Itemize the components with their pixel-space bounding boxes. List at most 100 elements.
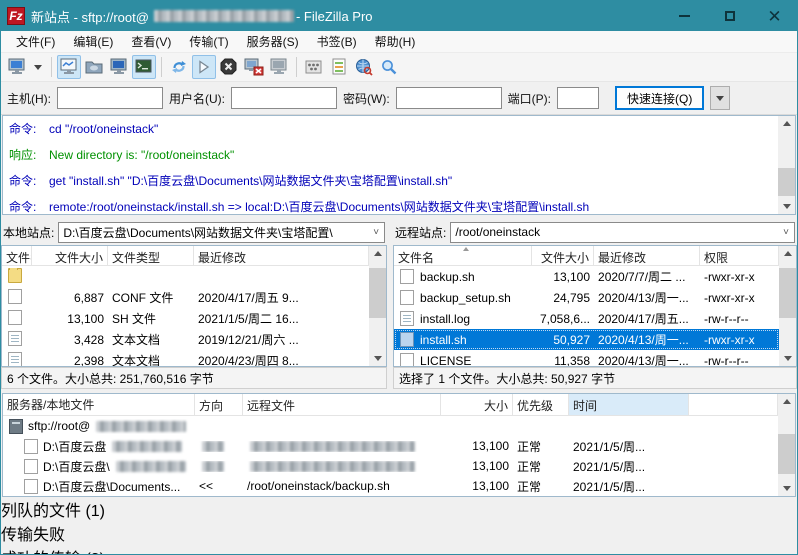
queue-col-header-5[interactable]: 时间	[569, 394, 689, 415]
minimize-button[interactable]	[662, 1, 707, 31]
log-text: remote:/root/oneinstack/install.sh => lo…	[49, 200, 589, 214]
queue-scrollbar[interactable]	[778, 394, 795, 496]
scroll-down-icon[interactable]	[369, 351, 386, 366]
refresh-button[interactable]	[167, 55, 191, 79]
local-file-row[interactable]	[2, 266, 369, 287]
remote-list-header: 文件名文件大小最近修改权限	[394, 246, 779, 266]
scrollbar-thumb[interactable]	[778, 434, 795, 474]
close-button[interactable]: ✕	[752, 1, 797, 31]
tab-1[interactable]: 传输失败	[1, 521, 797, 545]
queue-col-header-4[interactable]: 优先级	[513, 394, 569, 415]
toggle-transfer-queue-button[interactable]	[132, 55, 156, 79]
menu-item-1[interactable]: 编辑(E)	[64, 31, 122, 52]
local-list-scrollbar[interactable]	[369, 246, 386, 366]
queue-row[interactable]: D:\百度云盘13,100正常2021/1/5/周...	[3, 436, 778, 456]
menu-item-5[interactable]: 书签(B)	[308, 31, 366, 52]
remote-file-row[interactable]: LICENSE11,3582020/4/13/周一...-rw-r--r--	[394, 350, 779, 366]
synchronized-browsing-button[interactable]	[327, 55, 351, 79]
queue-header: 服务器/本地文件方向远程文件大小优先级时间	[3, 394, 778, 416]
scroll-down-icon[interactable]	[779, 351, 796, 366]
message-log-scrollbar[interactable]	[778, 116, 795, 214]
queue-row[interactable]: D:\百度云盘\13,100正常2021/1/5/周...	[3, 456, 778, 476]
username-input[interactable]	[231, 87, 337, 109]
reconnect-button[interactable]	[267, 55, 291, 79]
file-size-cell: 13,100	[32, 312, 108, 326]
remote-status-bar: 选择了 1 个文件。大小总共: 50,927 字节	[393, 367, 797, 389]
minimize-icon	[679, 15, 690, 17]
scroll-up-icon[interactable]	[778, 116, 795, 131]
titlebar[interactable]: Fz 新站点 - sftp://root@ - FileZilla Pro ✕	[1, 1, 797, 31]
scrollbar-thumb[interactable]	[779, 268, 796, 318]
menu-item-2[interactable]: 查看(V)	[122, 31, 180, 52]
queue-col-header-2[interactable]: 远程文件	[243, 394, 441, 415]
quickconnect-button[interactable]: 快速连接(Q)	[615, 86, 704, 110]
menu-item-6[interactable]: 帮助(H)	[366, 31, 425, 52]
port-input[interactable]	[557, 87, 599, 109]
file-perms-cell: -rw-r--r--	[700, 354, 779, 367]
remote-col-header-0[interactable]: 文件名	[394, 246, 532, 265]
message-log-icon	[59, 58, 79, 76]
queue-name-cell: sftp://root@	[3, 419, 195, 434]
disconnect-button[interactable]	[242, 55, 266, 79]
directory-comparison-button[interactable]	[302, 55, 326, 79]
remote-col-header-2[interactable]: 最近修改	[594, 246, 700, 265]
scroll-up-icon[interactable]	[779, 246, 796, 261]
maximize-button[interactable]	[707, 1, 752, 31]
textfile-icon	[8, 331, 22, 346]
remote-file-row[interactable]: backup_setup.sh24,7952020/4/13/周一...-rwx…	[394, 287, 779, 308]
process-queue-button[interactable]	[192, 55, 216, 79]
tab-0[interactable]: 列队的文件 (1)	[1, 497, 797, 521]
file-size-cell: 3,428	[32, 333, 108, 347]
remote-file-row[interactable]: install.log7,058,6...2020/4/17/周五...-rw-…	[394, 308, 779, 329]
queue-col-header-1[interactable]: 方向	[195, 394, 243, 415]
remote-file-row[interactable]: backup.sh13,1002020/7/7/周二 ...-rwxr-xr-x	[394, 266, 779, 287]
queue-col-header-3[interactable]: 大小	[441, 394, 513, 415]
local-file-row[interactable]: 2,398文本文档2020/4/23/周四 8...	[2, 350, 369, 366]
queue-row[interactable]: sftp://root@	[3, 416, 778, 436]
scroll-up-icon[interactable]	[369, 246, 386, 261]
site-manager-dropdown-button[interactable]	[30, 55, 46, 79]
remote-tree-icon	[109, 58, 129, 76]
local-col-header-0[interactable]: 文件名	[2, 246, 32, 265]
tab-2[interactable]: 成功的传输 (3)	[1, 545, 797, 555]
scroll-down-icon[interactable]	[778, 199, 795, 214]
remote-col-header-1[interactable]: 文件大小	[532, 246, 594, 265]
cancel-operation-button[interactable]	[217, 55, 241, 79]
file-icon	[8, 310, 22, 325]
queue-name-text: sftp://root@	[28, 419, 90, 433]
local-col-header-3[interactable]: 最近修改	[194, 246, 369, 265]
site-manager-button[interactable]	[5, 55, 29, 79]
menu-item-0[interactable]: 文件(F)	[7, 31, 64, 52]
play-icon	[194, 58, 214, 76]
toggle-remote-tree-button[interactable]	[107, 55, 131, 79]
remote-list-scrollbar[interactable]	[779, 246, 796, 366]
local-file-row[interactable]: 3,428文本文档2019/12/21/周六 ...	[2, 329, 369, 350]
remote-file-row[interactable]: install.sh50,9272020/4/13/周一...-rwxr-xr-…	[394, 329, 779, 350]
transfer-queue-list: 服务器/本地文件方向远程文件大小优先级时间 sftp://root@ D:\百度云…	[3, 394, 778, 496]
scrollbar-thumb[interactable]	[778, 168, 795, 195]
local-rows: 6,887CONF 文件2020/4/17/周五 9...13,100SH 文件…	[2, 266, 369, 366]
password-input[interactable]	[396, 87, 502, 109]
remote-path-combobox[interactable]: /root/oneinstack ˅	[450, 222, 795, 243]
local-path-combobox[interactable]: D:\百度云盘\Documents\网站数据文件夹\宝塔配置\ ˅	[58, 222, 385, 243]
scroll-down-icon[interactable]	[778, 481, 795, 496]
chevron-down-icon: ˅	[368, 227, 384, 238]
local-file-row[interactable]: 13,100SH 文件2021/1/5/周二 16...	[2, 308, 369, 329]
find-files-button[interactable]	[352, 55, 376, 79]
local-file-row[interactable]: 6,887CONF 文件2020/4/17/周五 9...	[2, 287, 369, 308]
toggle-message-log-button[interactable]	[57, 55, 81, 79]
menu-item-3[interactable]: 传输(T)	[180, 31, 237, 52]
scrollbar-thumb[interactable]	[369, 268, 386, 318]
log-prefix: 命令:	[9, 172, 49, 189]
host-input[interactable]	[57, 87, 163, 109]
local-col-header-2[interactable]: 文件类型	[108, 246, 194, 265]
scroll-up-icon[interactable]	[778, 394, 795, 409]
queue-col-header-0[interactable]: 服务器/本地文件	[3, 394, 195, 415]
local-col-header-1[interactable]: 文件大小	[32, 246, 108, 265]
queue-row[interactable]: D:\百度云盘\Documents...<</root/oneinstack/b…	[3, 476, 778, 496]
toggle-local-tree-button[interactable]	[82, 55, 106, 79]
search-button[interactable]	[377, 55, 401, 79]
quickconnect-dropdown-button[interactable]	[710, 86, 730, 110]
remote-col-header-3[interactable]: 权限	[700, 246, 779, 265]
menu-item-4[interactable]: 服务器(S)	[238, 31, 308, 52]
